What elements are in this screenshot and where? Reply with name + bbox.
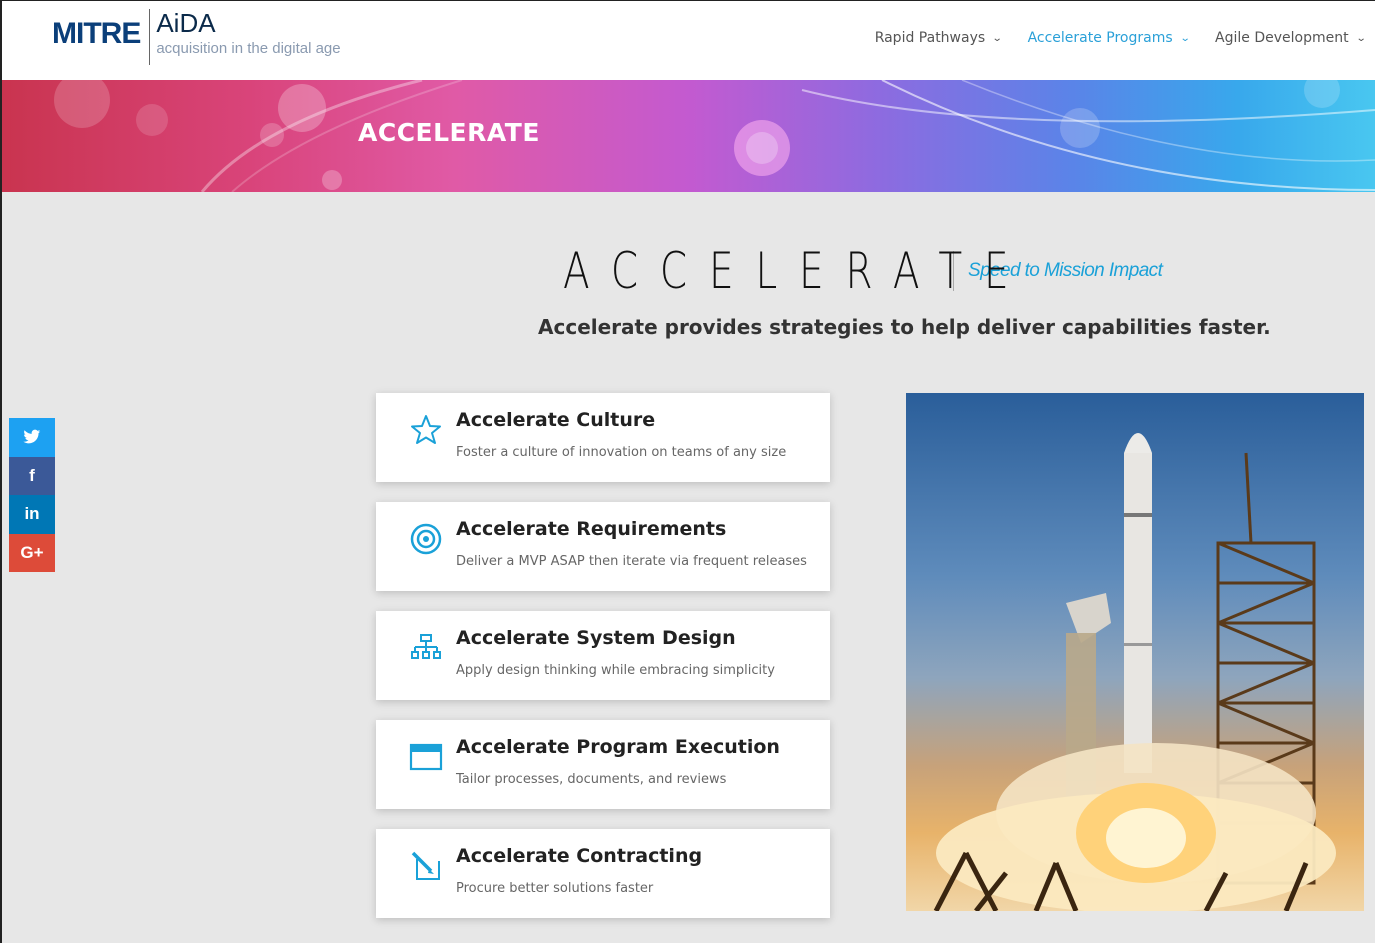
nav-agile-development[interactable]: Agile Development ⌄ xyxy=(1215,30,1367,46)
target-icon xyxy=(410,523,442,555)
card-desc: Apply design thinking while embracing si… xyxy=(456,663,775,678)
google-plus-icon: G+ xyxy=(20,542,44,562)
accelerate-cards: Accelerate Culture Foster a culture of i… xyxy=(376,393,830,938)
nav-label: Accelerate Programs xyxy=(1027,30,1173,46)
facebook-icon: f xyxy=(29,465,35,485)
card-title: Accelerate Requirements xyxy=(456,518,727,540)
twitter-share-button[interactable] xyxy=(9,418,55,457)
hero-subtitle: Accelerate provides strategies to help d… xyxy=(538,315,1271,339)
card-system-design[interactable]: Accelerate System Design Apply design th… xyxy=(376,611,830,700)
facebook-share-button[interactable]: f xyxy=(9,456,55,495)
nav-rapid-pathways[interactable]: Rapid Pathways ⌄ xyxy=(874,30,1003,46)
twitter-icon xyxy=(23,429,41,444)
hierarchy-icon xyxy=(411,634,441,659)
nav-label: Agile Development xyxy=(1215,30,1349,46)
social-share-bar: f in G+ xyxy=(9,418,55,572)
card-title: Accelerate Contracting xyxy=(456,845,703,867)
hero-heading: ACCELERATE Speed to Mission Impact xyxy=(563,242,1163,300)
page-banner: ACCELERATE xyxy=(2,80,1375,192)
card-culture[interactable]: Accelerate Culture Foster a culture of i… xyxy=(376,393,830,482)
card-desc: Procure better solutions faster xyxy=(456,881,654,896)
nav-label: Rapid Pathways xyxy=(874,30,986,46)
card-requirements[interactable]: Accelerate Requirements Deliver a MVP AS… xyxy=(376,502,830,591)
rocket-launch-image xyxy=(906,393,1364,911)
logo-divider xyxy=(149,9,151,65)
chevron-down-icon: ⌄ xyxy=(1179,32,1191,44)
card-contracting[interactable]: Accelerate Contracting Procure better so… xyxy=(376,829,830,918)
linkedin-share-button[interactable]: in xyxy=(9,495,55,534)
google-plus-share-button[interactable]: G+ xyxy=(9,533,55,572)
card-program-execution[interactable]: Accelerate Program Execution Tailor proc… xyxy=(376,720,830,809)
chevron-down-icon: ⌄ xyxy=(991,32,1003,44)
rocket-illustration xyxy=(933,433,1336,911)
logo-brand: MITRE xyxy=(52,17,141,50)
card-desc: Tailor processes, documents, and reviews xyxy=(456,772,727,787)
hero-word: ACCELERATE xyxy=(563,242,1031,300)
card-title: Accelerate Culture xyxy=(456,409,656,431)
pen-icon xyxy=(411,851,440,880)
card-title: Accelerate Program Execution xyxy=(456,736,780,758)
chevron-down-icon: ⌄ xyxy=(1355,32,1367,44)
main-nav: Rapid Pathways ⌄ Accelerate Programs ⌄ A… xyxy=(874,30,1367,46)
logo-tagline: acquisition in the digital age xyxy=(156,40,341,57)
nav-accelerate-programs[interactable]: Accelerate Programs ⌄ xyxy=(1027,30,1191,46)
card-title: Accelerate System Design xyxy=(456,627,736,649)
star-icon xyxy=(411,415,441,444)
card-desc: Deliver a MVP ASAP then iterate via freq… xyxy=(456,554,807,569)
banner-bokeh-graphic xyxy=(54,80,1375,192)
site-header: MITRE AiDA acquisition in the digital ag… xyxy=(2,1,1375,80)
logo-product: AiDA xyxy=(156,8,216,38)
linkedin-icon: in xyxy=(24,504,40,524)
banner-title: ACCELERATE xyxy=(358,118,540,147)
site-logo[interactable]: MITRE AiDA acquisition in the digital ag… xyxy=(52,9,341,65)
logo-text: AiDA acquisition in the digital age xyxy=(156,9,340,57)
window-icon xyxy=(409,743,443,771)
card-desc: Foster a culture of innovation on teams … xyxy=(456,445,787,460)
